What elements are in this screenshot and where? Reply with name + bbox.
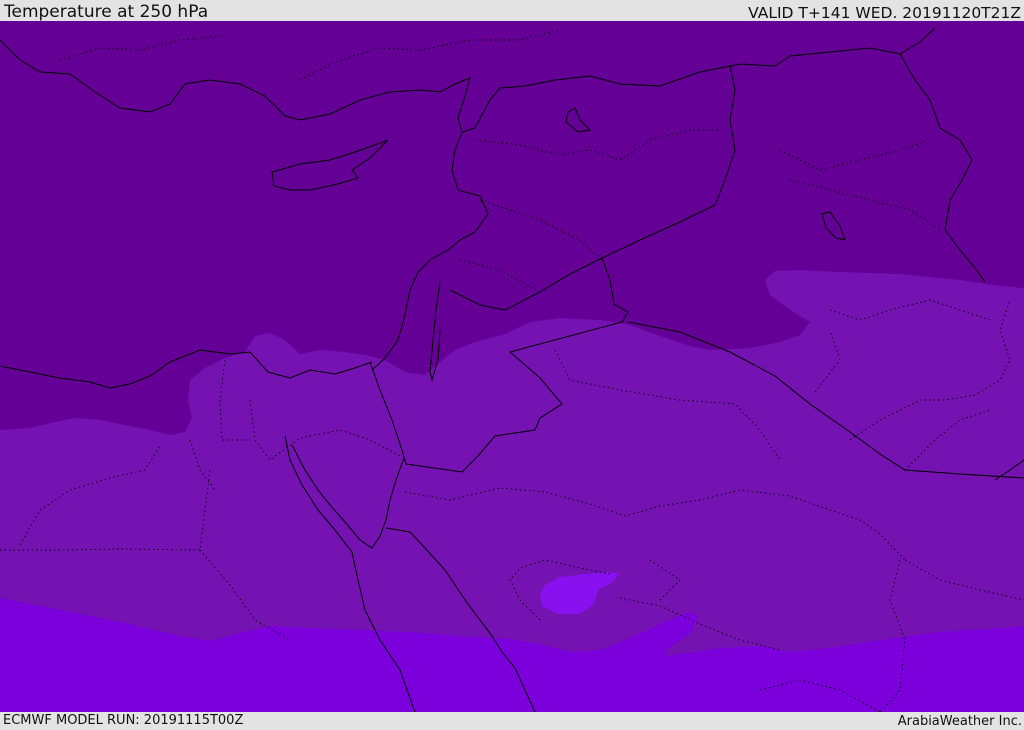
- header-bar: Temperature at 250 hPa VALID T+141 WED. …: [0, 0, 1024, 22]
- weather-map: [0, 21, 1024, 712]
- credit-label: ArabiaWeather Inc.: [897, 714, 1022, 729]
- map-title: Temperature at 250 hPa: [4, 2, 209, 22]
- footer-bar: ECMWF MODEL RUN: 20191115T00Z ArabiaWeat…: [0, 712, 1024, 729]
- model-run-label: ECMWF MODEL RUN: 20191115T00Z: [3, 713, 244, 728]
- valid-time-label: VALID T+141 WED. 20191120T21Z: [748, 4, 1021, 22]
